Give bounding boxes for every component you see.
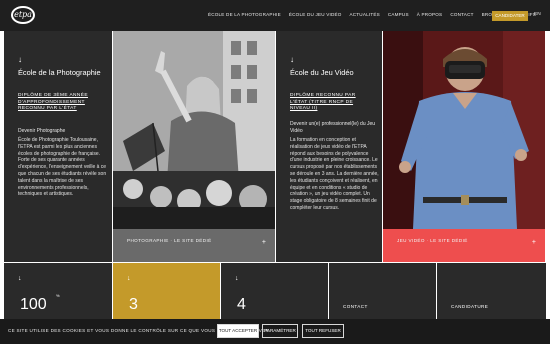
photography-school-title[interactable]: École de la Photographie	[18, 68, 108, 77]
nav-item-news[interactable]: Actualités	[350, 12, 380, 17]
vr-headset-player-image	[383, 31, 545, 229]
down-arrow-icon: ↓	[18, 55, 22, 64]
nav-item-contact[interactable]: Contact	[450, 12, 473, 17]
contact-tile[interactable]: Contact	[329, 263, 436, 323]
photography-school-panel: ↓ École de la Photographie Diplôme de 3è…	[4, 31, 112, 262]
game-diploma-badge: Diplôme reconnu par l'État (titre RNCP d…	[290, 93, 356, 112]
top-navigation-bar: etpa École de la photographie École du j…	[0, 0, 550, 31]
photography-caption: Photographie · Le site dédié	[127, 238, 212, 243]
contact-label: Contact	[343, 304, 368, 309]
refuse-all-cookies-button[interactable]: Tout refuser	[302, 324, 344, 338]
etpa-logo[interactable]: etpa	[11, 6, 35, 24]
game-vr-photo[interactable]: Jeu vidéo · Le site dédié +	[383, 31, 545, 262]
down-arrow-icon: ↓	[127, 275, 131, 282]
stat-number: 100	[20, 296, 47, 313]
photography-description: École de Photographie Toulousaine, l'ETP…	[18, 137, 107, 198]
game-school-panel: ↓ École du Jeu Vidéo Diplôme reconnu par…	[276, 31, 382, 262]
stat-number: 3	[129, 296, 138, 313]
apply-button[interactable]: Candidater	[492, 11, 528, 21]
down-arrow-icon: ↓	[290, 55, 294, 64]
stat-tile-1[interactable]: ↓ 100 %	[4, 263, 112, 323]
game-school-title[interactable]: École du Jeu Vidéo	[290, 68, 380, 77]
nav-item-campus[interactable]: Campus	[388, 12, 409, 17]
nav-item-about[interactable]: À propos	[417, 12, 443, 17]
photography-protest-photo[interactable]: Photographie · Le site dédié +	[113, 31, 275, 262]
nav-item-video-game[interactable]: École du jeu vidéo	[289, 12, 342, 17]
photography-diploma-badge: Diplôme de 3ème année d'approfondissemen…	[18, 93, 88, 112]
down-arrow-icon: ↓	[18, 275, 22, 282]
language-switch[interactable]: EN	[534, 12, 541, 17]
stat-unit: %	[56, 293, 60, 298]
game-description: La formation en conception et réalisatio…	[290, 137, 379, 211]
accept-all-cookies-button[interactable]: Tout accepter	[217, 324, 259, 338]
protest-crowd-image	[113, 31, 275, 229]
cookie-settings-button[interactable]: Paramétrer	[262, 324, 298, 338]
stat-tile-3[interactable]: ↓ 4	[221, 263, 328, 323]
game-subtitle: Devenir un(e) professionnel(le) du Jeu V…	[290, 121, 376, 134]
application-tile[interactable]: Candidature	[437, 263, 546, 323]
stat-number: 4	[237, 296, 246, 313]
plus-icon: +	[261, 239, 266, 246]
photography-subtitle: Devenir Photographe	[18, 128, 66, 134]
nav-item-photography[interactable]: École de la photographie	[208, 12, 281, 17]
application-label: Candidature	[451, 304, 489, 309]
stat-tile-2[interactable]: ↓ 3	[113, 263, 220, 323]
game-site-link[interactable]: Jeu vidéo · Le site dédié +	[383, 229, 545, 262]
game-caption: Jeu vidéo · Le site dédié	[397, 238, 468, 243]
down-arrow-icon: ↓	[235, 275, 239, 282]
photography-site-link[interactable]: Photographie · Le site dédié +	[113, 229, 275, 262]
plus-icon: +	[531, 239, 536, 246]
cookie-consent-bar: Ce site utilise des cookies et vous donn…	[0, 319, 550, 344]
